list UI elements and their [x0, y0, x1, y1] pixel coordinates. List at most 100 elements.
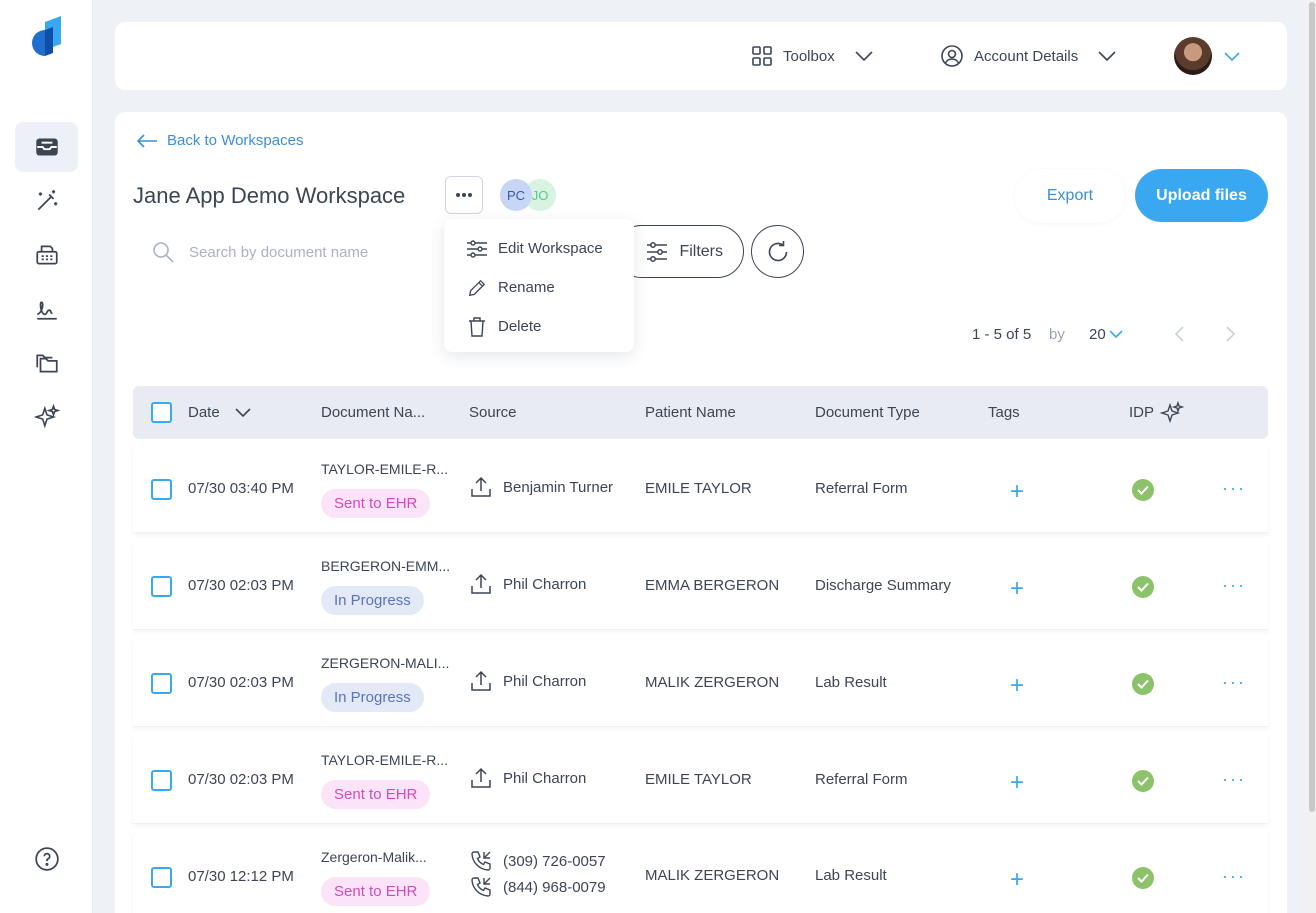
- export-button[interactable]: Export: [1015, 169, 1125, 223]
- menu-item-delete[interactable]: Delete: [444, 307, 634, 346]
- scrollbar-thumb[interactable]: [1309, 2, 1315, 812]
- nav-signature[interactable]: [15, 284, 78, 334]
- nav-inbox[interactable]: [15, 122, 78, 172]
- nav-help[interactable]: [15, 834, 78, 884]
- row-document-name[interactable]: TAYLOR-EMILE-R...: [321, 461, 448, 477]
- row-checkbox-cell: [151, 673, 172, 694]
- row-checkbox[interactable]: [151, 673, 172, 694]
- upload-files-button[interactable]: Upload files: [1135, 169, 1268, 222]
- pagination-by: by: [1049, 325, 1065, 343]
- prev-page-button[interactable]: [1173, 322, 1185, 346]
- chevron-down-icon: [1098, 51, 1116, 62]
- row-document-name[interactable]: Zergeron-Malik...: [321, 849, 427, 865]
- row-source-label: Phil Charron: [503, 575, 587, 593]
- nav-ai[interactable]: [15, 392, 78, 442]
- profile-menu[interactable]: [1174, 22, 1242, 90]
- row-actions-button[interactable]: ···: [1222, 478, 1246, 499]
- upload-icon: [471, 573, 491, 594]
- menu-label: Edit Workspace: [498, 240, 603, 257]
- chevron-down-icon: [235, 407, 251, 417]
- refresh-icon: [768, 240, 787, 261]
- refresh-button[interactable]: [751, 225, 804, 278]
- add-tag-button[interactable]: +: [1010, 577, 1024, 601]
- row-checkbox[interactable]: [151, 867, 172, 888]
- app-logo[interactable]: [29, 16, 65, 60]
- signature-icon: [36, 301, 57, 320]
- column-patient-name: Patient Name: [645, 404, 736, 421]
- row-checkbox[interactable]: [151, 770, 172, 791]
- menu-item-edit-workspace[interactable]: Edit Workspace: [444, 229, 634, 268]
- grid-icon: [752, 46, 772, 66]
- sparkles-icon: [33, 404, 60, 429]
- menu-label: Rename: [498, 279, 555, 296]
- row-source-label: Phil Charron: [503, 672, 587, 690]
- folders-icon: [35, 354, 58, 373]
- row-actions-button[interactable]: ···: [1222, 575, 1246, 596]
- upload-icon: [471, 767, 491, 788]
- nav-fax[interactable]: [15, 230, 78, 280]
- toolbox-menu[interactable]: Toolbox: [751, 22, 875, 90]
- row-document-name[interactable]: ZERGERON-MALI...: [321, 655, 449, 671]
- add-tag-button[interactable]: +: [1010, 771, 1024, 795]
- sliders-icon: [467, 239, 487, 258]
- column-date[interactable]: Date: [188, 386, 252, 439]
- page-size-select[interactable]: 20: [1089, 322, 1124, 346]
- table-row[interactable]: 07/30 02:03 PM ZERGERON-MALI... In Progr…: [133, 639, 1268, 727]
- avatar[interactable]: [1174, 37, 1212, 75]
- row-document-name[interactable]: TAYLOR-EMILE-R...: [321, 752, 448, 768]
- idp-check-icon: [1132, 576, 1154, 598]
- sidebar: [0, 0, 93, 913]
- row-patient-name: MALIK ZERGERON: [645, 674, 780, 691]
- table-header: Date Document Na... Source Patient Name …: [133, 386, 1268, 439]
- member-avatar[interactable]: PC: [500, 179, 532, 211]
- add-tag-button[interactable]: +: [1010, 480, 1024, 504]
- search-input[interactable]: [189, 243, 429, 261]
- table-row[interactable]: 07/30 02:03 PM TAYLOR-EMILE-R... Sent to…: [133, 736, 1268, 824]
- help-icon: [34, 847, 59, 871]
- row-actions-button[interactable]: ···: [1222, 672, 1246, 693]
- row-document-type: Referral Form: [815, 771, 908, 788]
- nav-magic[interactable]: [15, 176, 78, 226]
- add-tag-button[interactable]: +: [1010, 674, 1024, 698]
- row-document-type: Referral Form: [815, 480, 908, 497]
- toolbox-label: Toolbox: [783, 47, 835, 65]
- row-document-type: Discharge Summary: [815, 577, 951, 594]
- row-checkbox[interactable]: [151, 479, 172, 500]
- select-all-checkbox[interactable]: [151, 402, 172, 423]
- row-actions-button[interactable]: ···: [1222, 866, 1246, 887]
- table-row[interactable]: 07/30 12:12 PM Zergeron-Malik... Sent to…: [133, 833, 1268, 913]
- ellipsis-icon: [456, 193, 472, 197]
- row-date: 07/30 02:03 PM: [188, 771, 294, 788]
- trash-icon: [469, 316, 485, 337]
- row-document-name[interactable]: BERGERON-EMM...: [321, 558, 450, 574]
- table-row[interactable]: 07/30 03:40 PM TAYLOR-EMILE-R... Sent to…: [133, 445, 1268, 533]
- row-checkbox-cell: [151, 479, 172, 500]
- row-source: Benjamin Turner: [469, 475, 613, 499]
- table-row[interactable]: 07/30 02:03 PM BERGERON-EMM... In Progre…: [133, 542, 1268, 630]
- row-checkbox-cell: [151, 576, 172, 597]
- row-source: Phil Charron: [469, 766, 586, 790]
- status-badge: Sent to EHR: [321, 780, 431, 809]
- row-checkbox[interactable]: [151, 576, 172, 597]
- filters-button[interactable]: Filters: [615, 225, 744, 278]
- account-details-menu[interactable]: Account Details: [940, 22, 1118, 90]
- pencil-icon: [468, 279, 486, 296]
- add-tag-button[interactable]: +: [1010, 868, 1024, 892]
- row-source: Phil Charron: [469, 572, 586, 596]
- menu-item-rename[interactable]: Rename: [444, 268, 634, 307]
- arrow-left-icon: [136, 133, 157, 148]
- back-to-workspaces-link[interactable]: Back to Workspaces: [135, 132, 303, 149]
- column-date-label: Date: [188, 404, 220, 421]
- page-scrollbar[interactable]: [1308, 0, 1316, 913]
- row-checkbox-cell: [151, 867, 172, 888]
- idp-check-icon: [1132, 867, 1154, 889]
- next-page-button[interactable]: [1225, 322, 1237, 346]
- row-actions-button[interactable]: ···: [1222, 769, 1246, 790]
- row-checkbox-cell: [151, 770, 172, 791]
- row-date: 07/30 03:40 PM: [188, 480, 294, 497]
- workspace-more-button[interactable]: [445, 176, 483, 214]
- row-source-phone-out-label: (844) 968-0079: [503, 878, 606, 896]
- column-tags: Tags: [988, 404, 1020, 421]
- row-patient-name: EMILE TAYLOR: [645, 771, 752, 788]
- nav-folders[interactable]: [15, 338, 78, 388]
